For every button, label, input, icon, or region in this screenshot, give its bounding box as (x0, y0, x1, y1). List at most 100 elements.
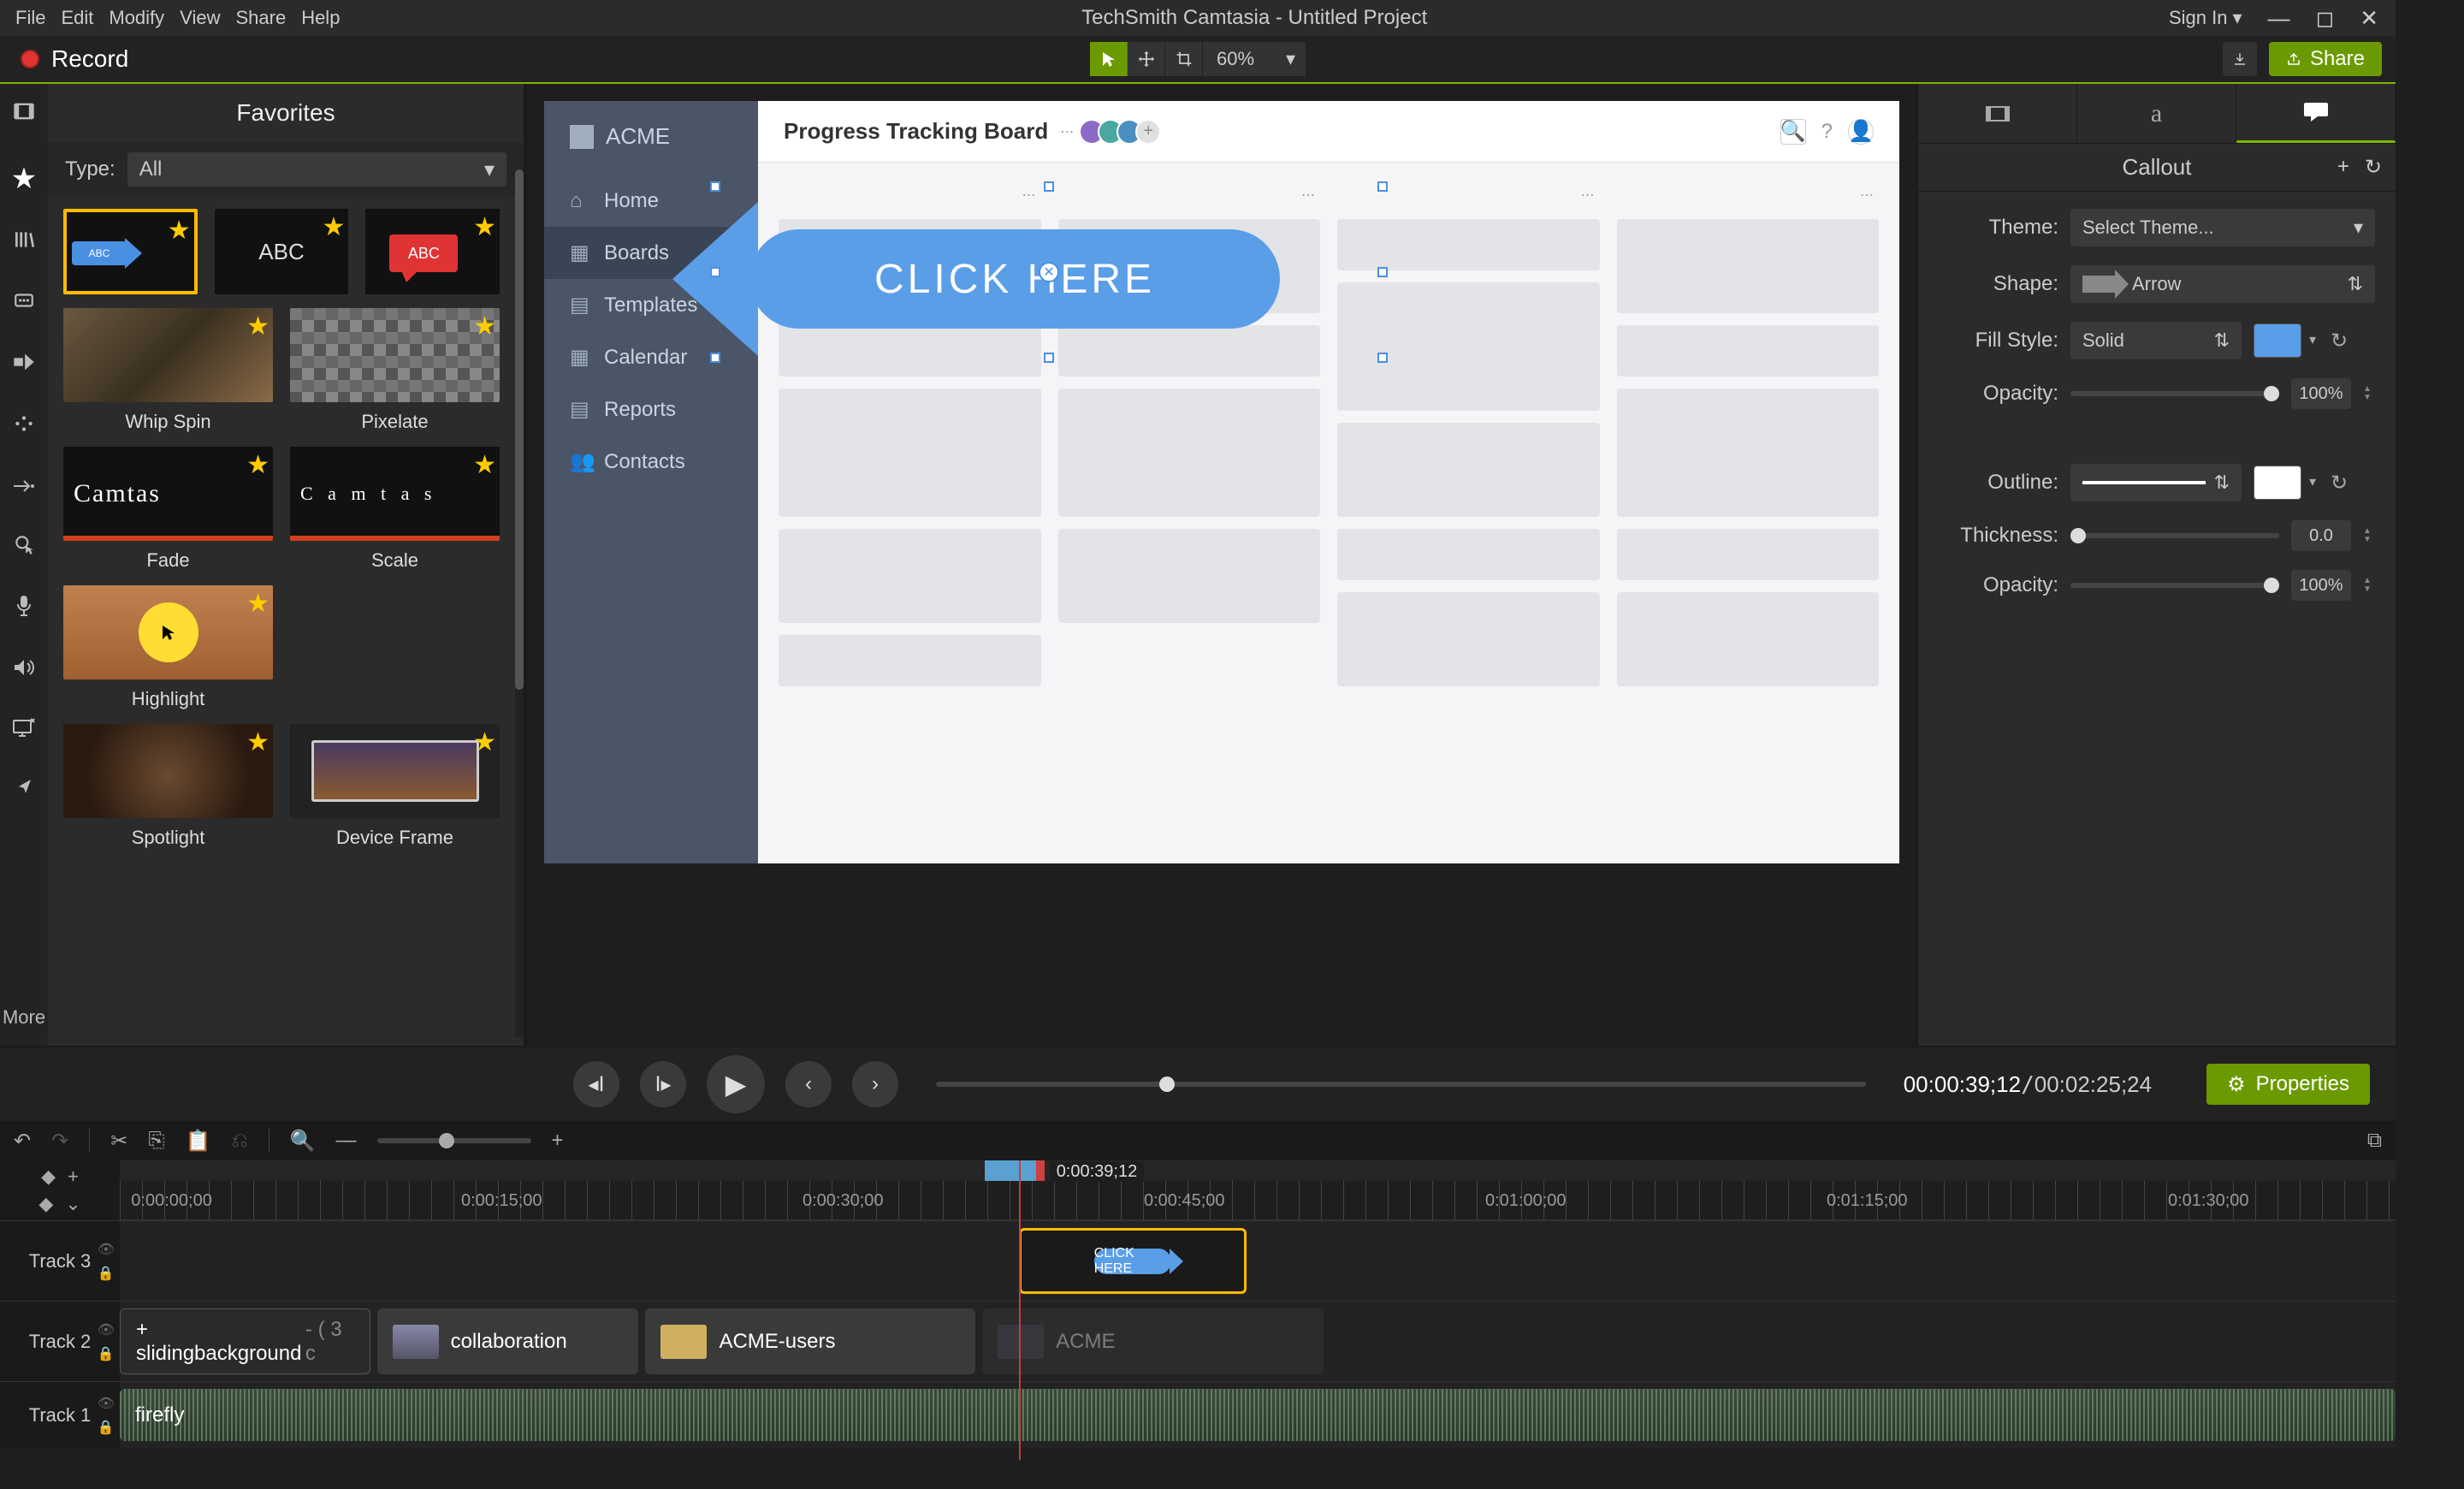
clip-callout[interactable]: CLICK HERE (1019, 1228, 1247, 1294)
track-visibility-icon[interactable]: 👁 (98, 1321, 115, 1338)
outline-opacity-slider[interactable] (2070, 583, 2279, 588)
resize-handle-bm[interactable] (1044, 353, 1054, 363)
opacity-spinner[interactable]: ▲▼ (2363, 385, 2375, 402)
cut-button[interactable]: ✂ (110, 1129, 127, 1154)
resize-handle-tm[interactable] (1044, 181, 1054, 192)
text-properties-tab[interactable]: a (2077, 84, 2236, 143)
visual-properties-tab[interactable] (1918, 84, 2077, 143)
menu-help[interactable]: Help (301, 7, 340, 29)
share-button[interactable]: Share (2269, 42, 2382, 76)
star-icon[interactable]: ★ (473, 311, 496, 341)
favorite-pixelate[interactable]: ★ Pixelate (290, 308, 500, 433)
timeline-zoom-slider[interactable] (377, 1138, 531, 1143)
star-icon[interactable]: ★ (246, 589, 270, 619)
menu-file[interactable]: File (15, 7, 45, 29)
quiz-icon[interactable]: ◆ (38, 1193, 53, 1215)
copy-button[interactable]: ⎘ (148, 1129, 164, 1153)
track-visibility-icon[interactable]: 👁 (98, 1395, 115, 1412)
outline-style-select[interactable]: ⇅ (2070, 464, 2242, 501)
outline-opacity-spinner[interactable]: ▲▼ (2363, 577, 2375, 594)
resize-handle-br[interactable] (1377, 353, 1388, 363)
playback-scrubber[interactable] (936, 1082, 1866, 1087)
favorite-spotlight[interactable]: ★ Spotlight (63, 724, 273, 849)
zoom-out-button[interactable]: — (336, 1129, 357, 1153)
zoom-select[interactable]: 60% (1203, 42, 1306, 76)
star-icon[interactable]: ★ (246, 727, 270, 757)
split-button[interactable]: ⎌ (231, 1129, 247, 1153)
detach-timeline-icon[interactable]: ⧉ (2367, 1129, 2382, 1152)
type-filter-select[interactable]: All ▾ (127, 152, 506, 187)
edit-mode-button[interactable] (1090, 42, 1128, 76)
theme-select[interactable]: Select Theme...▾ (2070, 209, 2375, 246)
playhead-in-flag[interactable] (985, 1160, 1036, 1181)
favorite-whip-spin[interactable]: ★ Whip Spin (63, 308, 273, 433)
canvas[interactable]: ACME ⌂Home ▦Boards ▤Templates ▦Calendar … (544, 101, 1899, 863)
thickness-slider[interactable] (2070, 533, 2279, 538)
track-lock-icon[interactable]: 🔒 (98, 1419, 115, 1436)
maximize-icon[interactable]: ◻ (2316, 5, 2335, 32)
sign-in-button[interactable]: Sign In ▾ (2169, 7, 2242, 29)
star-icon[interactable]: ★ (473, 212, 496, 242)
favorite-device-frame[interactable]: ★ Device Frame (290, 724, 500, 849)
playhead-line[interactable] (1019, 1160, 1021, 1460)
star-icon[interactable]: ★ (246, 450, 270, 480)
crop-mode-button[interactable] (1165, 42, 1203, 76)
clip-collaboration[interactable]: collaboration (377, 1308, 639, 1374)
transitions-icon[interactable] (12, 350, 36, 380)
outline-opacity-value[interactable]: 100% (2291, 570, 2351, 601)
paste-button[interactable]: 📋 (186, 1129, 211, 1154)
interactivity-icon[interactable] (14, 776, 34, 806)
zoom-in-button[interactable]: + (552, 1129, 564, 1153)
menu-share[interactable]: Share (235, 7, 286, 29)
star-icon[interactable]: ★ (473, 450, 496, 480)
zoom-tool-icon[interactable]: 🔍 (290, 1129, 316, 1154)
favorite-arrow-callout[interactable]: ★ABC (63, 209, 198, 294)
favorite-highlight[interactable]: ★ Highlight (63, 585, 273, 710)
media-bin-scrollbar[interactable] (515, 169, 524, 1037)
timeline-ruler[interactable]: 0:00:39;12 0:00:00;00 0:00:15;00 0:00:30… (120, 1160, 2396, 1220)
thickness-value[interactable]: 0.0 (2291, 520, 2351, 551)
close-icon[interactable]: ✕ (2360, 5, 2378, 32)
scrubber-thumb[interactable] (1159, 1077, 1175, 1092)
favorite-text-callout[interactable]: ★ABC (215, 209, 349, 294)
fill-color-swatch[interactable] (2254, 323, 2301, 358)
callout-properties-tab[interactable] (2236, 84, 2396, 143)
behaviors-icon[interactable] (13, 412, 35, 441)
star-icon[interactable]: ★ (246, 311, 270, 341)
favorite-fade[interactable]: ★Camtas Fade (63, 447, 273, 572)
animations-icon[interactable] (12, 473, 36, 501)
export-button[interactable] (2223, 42, 2257, 76)
collapse-tracks-icon[interactable]: ⌄ (65, 1193, 80, 1215)
add-track-button[interactable]: + (68, 1166, 79, 1188)
fill-style-select[interactable]: Solid⇅ (2070, 322, 2242, 359)
audio-effects-icon[interactable] (12, 656, 36, 684)
thickness-spinner[interactable]: ▲▼ (2363, 527, 2375, 544)
track-name[interactable]: Track 2 (29, 1331, 92, 1353)
menu-view[interactable]: View (180, 7, 220, 29)
favorite-speech-callout[interactable]: ★ABC (365, 209, 500, 294)
resize-handle-lm[interactable] (710, 267, 720, 277)
minimize-icon[interactable]: — (2268, 5, 2290, 32)
annotations-icon[interactable] (13, 289, 35, 317)
clip-slidingbackground-group[interactable]: + slidingbackground - ( 3 c (120, 1308, 370, 1374)
clip-acme[interactable]: ACME (982, 1308, 1324, 1374)
cursor-effects-icon[interactable] (13, 533, 35, 561)
next-frame-button[interactable]: Ⅰ▸ (640, 1061, 686, 1107)
menu-modify[interactable]: Modify (109, 7, 164, 29)
playhead-out-flag[interactable] (1036, 1160, 1045, 1181)
library-icon[interactable] (13, 228, 35, 257)
prev-frame-button[interactable]: ◂Ⅰ (573, 1061, 619, 1107)
undo-button[interactable]: ↶ (14, 1129, 31, 1154)
reset-section-icon[interactable]: ↻ (2365, 155, 2382, 180)
outline-reset-icon[interactable]: ↻ (2331, 471, 2348, 495)
properties-button[interactable]: ⚙ Properties (2206, 1064, 2370, 1105)
fill-opacity-slider[interactable] (2070, 391, 2279, 396)
record-button[interactable]: Record (0, 36, 149, 82)
voice-icon[interactable] (15, 594, 33, 624)
star-icon[interactable]: ★ (322, 212, 345, 242)
favorite-scale[interactable]: ★C a m t a s Scale (290, 447, 500, 572)
redo-button[interactable]: ↷ (51, 1129, 68, 1154)
clip-firefly-audio[interactable]: firefly (120, 1389, 2396, 1441)
track-name[interactable]: Track 1 (29, 1404, 92, 1427)
resize-handle-rm[interactable] (1377, 267, 1388, 277)
